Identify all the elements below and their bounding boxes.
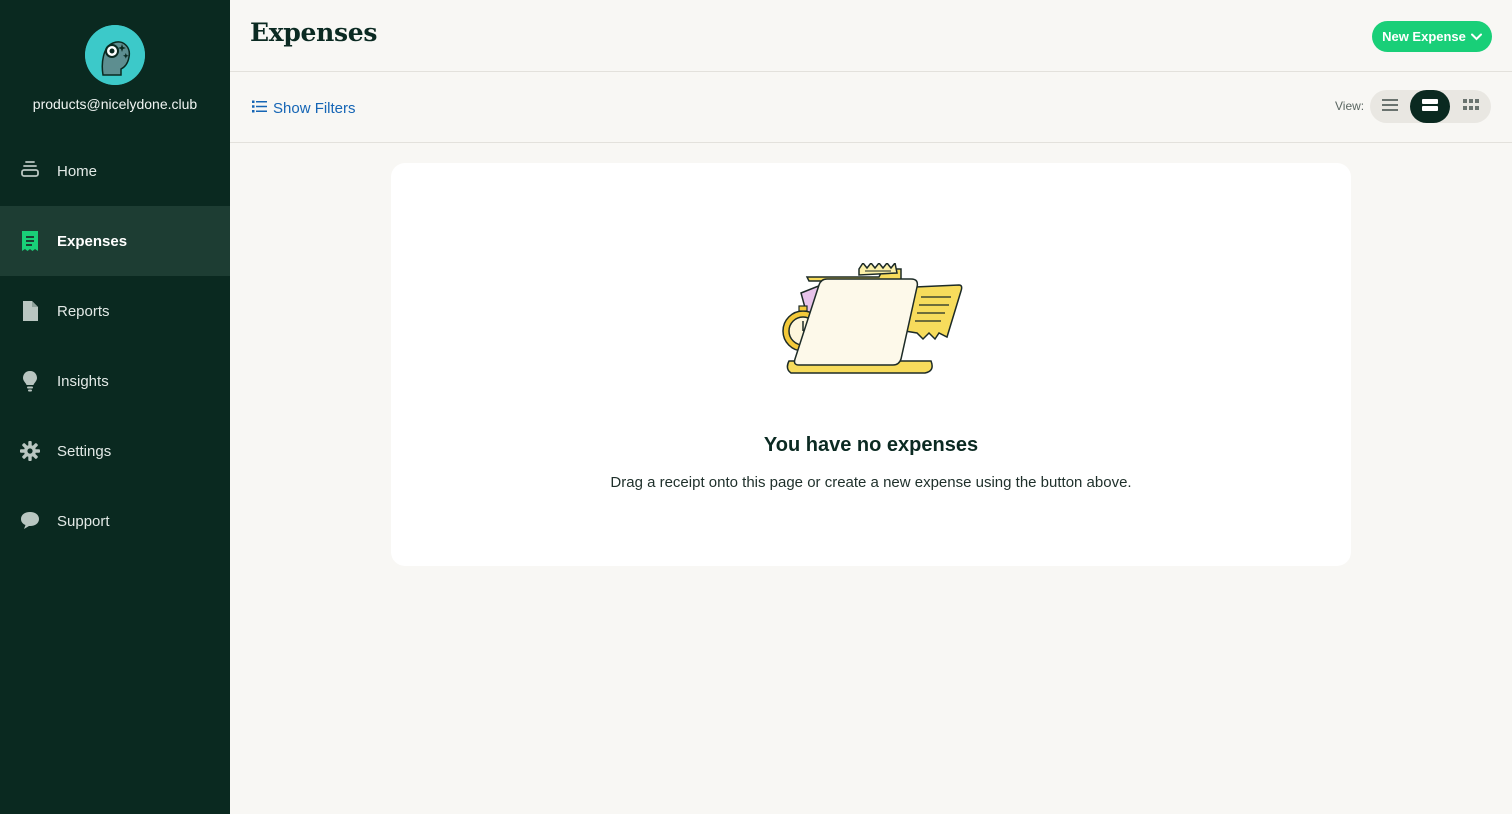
empty-state-subtitle: Drag a receipt onto this page or create … — [610, 474, 1132, 491]
empty-state-card: You have no expenses Drag a receipt onto… — [391, 163, 1351, 566]
card-view-button[interactable] — [1410, 90, 1450, 123]
new-expense-button[interactable]: New Expense — [1372, 21, 1492, 52]
chevron-down-icon — [1470, 29, 1482, 44]
filter-list-icon — [252, 100, 267, 117]
sidebar: products@nicelydone.club Home Expenses R… — [0, 0, 230, 814]
avatar[interactable] — [85, 25, 145, 85]
gear-icon — [20, 440, 40, 462]
sidebar-item-home[interactable]: Home — [0, 136, 230, 206]
page-header: Expenses New Expense — [230, 0, 1512, 72]
lightbulb-icon — [20, 370, 40, 392]
sidebar-item-label: Home — [57, 162, 98, 180]
home-stack-icon — [20, 160, 40, 182]
view-toggle — [1370, 90, 1491, 123]
user-email: products@nicelydone.club — [32, 96, 198, 112]
toolbar: Show Filters View: — [230, 72, 1512, 143]
list-view-icon — [1382, 98, 1398, 116]
sidebar-item-settings[interactable]: Settings — [0, 416, 230, 486]
receipt-icon — [20, 230, 40, 252]
new-expense-label: New Expense — [1382, 29, 1466, 44]
sidebar-item-insights[interactable]: Insights — [0, 346, 230, 416]
show-filters-label: Show Filters — [273, 100, 356, 117]
list-view-button[interactable] — [1370, 90, 1410, 123]
grid-view-icon — [1463, 98, 1479, 116]
grid-view-button[interactable] — [1451, 90, 1491, 123]
sidebar-item-label: Reports — [57, 302, 110, 320]
folder-illustration — [779, 261, 965, 377]
page-title: Expenses — [250, 18, 378, 47]
empty-state-title: You have no expenses — [763, 434, 979, 456]
sidebar-item-reports[interactable]: Reports — [0, 276, 230, 346]
sidebar-item-label: Support — [57, 512, 110, 530]
document-icon — [20, 300, 40, 322]
view-label: View: — [1335, 99, 1365, 113]
sidebar-item-support[interactable]: Support — [0, 486, 230, 556]
sidebar-item-label: Expenses — [57, 232, 128, 250]
chat-bubble-icon — [20, 510, 40, 532]
sidebar-item-label: Insights — [57, 372, 109, 390]
show-filters-button[interactable]: Show Filters — [252, 100, 356, 117]
sidebar-item-expenses[interactable]: Expenses — [0, 206, 230, 276]
card-view-icon — [1422, 98, 1438, 116]
sidebar-item-label: Settings — [57, 442, 112, 460]
